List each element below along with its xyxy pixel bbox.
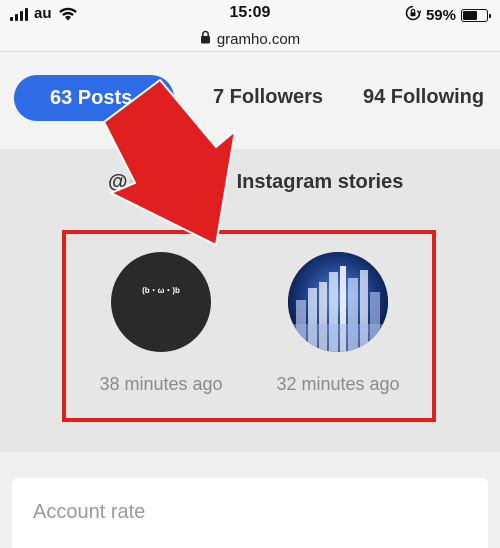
highlight-box xyxy=(62,230,436,422)
battery-icon xyxy=(461,9,491,22)
account-section: Account rate xyxy=(0,452,500,548)
stories-heading: Instagram stories xyxy=(236,171,404,193)
orientation-lock-icon xyxy=(405,5,422,26)
posts-tab[interactable]: 63 Posts xyxy=(14,75,174,121)
url-text[interactable]: gramho.com xyxy=(217,31,300,48)
lock-icon xyxy=(200,30,211,49)
stories-section: @ Instagram stories (b・ω・)b 38 minutes a… xyxy=(0,149,500,452)
account-rate-card: Account rate xyxy=(12,478,488,548)
address-bar[interactable]: gramho.com xyxy=(0,28,500,52)
status-bar: au 15:09 59% xyxy=(0,0,500,28)
following-tab[interactable]: 94 Following xyxy=(363,86,484,109)
battery-percentage: 59% xyxy=(425,7,456,24)
account-rate-label: Account rate xyxy=(33,501,146,523)
followers-tab[interactable]: 7 Followers xyxy=(213,86,323,109)
profile-counts: 63 Posts 7 Followers 94 Following xyxy=(0,52,500,149)
